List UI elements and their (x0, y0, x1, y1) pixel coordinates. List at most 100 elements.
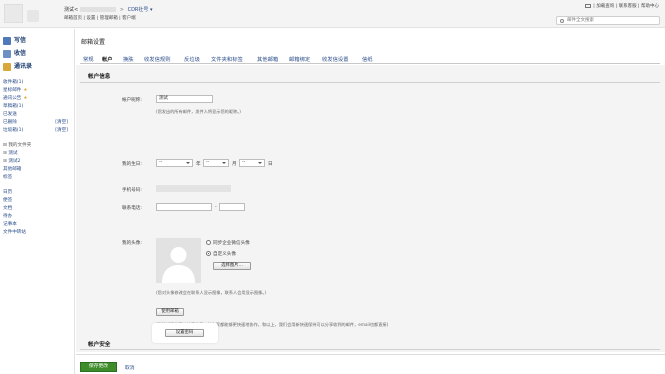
sidebar-app-calendar[interactable]: 日历 (3, 189, 12, 195)
avatar-sync-label[interactable]: 同步企业微信头像 (213, 240, 250, 246)
account-info: 测试< > CDR社号 ▾ (64, 6, 153, 13)
tab-account[interactable]: 帐户 (102, 55, 113, 63)
empty-spam-link[interactable]: [清空] (55, 127, 68, 133)
landline-label: 联系电话: (122, 206, 142, 211)
receive-mail-button[interactable]: 收信 (3, 48, 26, 58)
write-label: 写信 (14, 37, 27, 44)
avatar-custom-label[interactable]: 自定义头像 (213, 251, 236, 257)
org-label: CDR社号 (127, 7, 149, 13)
blurred-email (80, 7, 117, 12)
account-info-title: 帐户信息 (88, 74, 111, 80)
logo-mark-icon (27, 10, 39, 22)
phone-label: 手机号码: (122, 188, 142, 193)
receive-label: 收信 (14, 50, 27, 57)
my-folders-label: 我的文件夹 (8, 143, 32, 148)
cancel-link[interactable]: 取消 (125, 364, 135, 371)
star-icon: ★ (23, 88, 28, 93)
page-title: 邮箱设置 (81, 39, 106, 46)
birth-year-select[interactable]: -- (156, 159, 193, 167)
main-panel: 邮箱设置 常规 帐户 换肤 收发信规则 反垃圾 文件夹和标签 其他邮箱 邮箱绑定… (76, 29, 665, 374)
account-security-title: 帐户安全 (88, 342, 111, 348)
birth-month-select[interactable]: -- (203, 159, 229, 167)
sidebar-app-notes[interactable]: 便签 (3, 197, 12, 203)
avatar-sync-radio[interactable] (206, 240, 211, 245)
announcements-label: 通讯公告 (3, 96, 22, 101)
empty-deleted-link[interactable]: [清空] (55, 119, 68, 125)
landline-separator: - (215, 205, 217, 210)
sidebar-item-inbox[interactable]: 收件箱(1) (3, 79, 23, 85)
nickname-input[interactable]: 测试 (156, 95, 213, 103)
sidebar-item-announcements[interactable]: 通讯公告 ★ (3, 95, 28, 101)
sidebar-item-sent[interactable]: 已发送 (3, 111, 17, 117)
chevron-down-icon (186, 162, 190, 164)
sidebar: 写信 收信 通讯录 收件箱(1) 星标邮件 ★ 通讯公告 ★ 草稿箱(1) 已发送 … (0, 29, 75, 374)
contacts-label: 通讯录 (14, 63, 33, 70)
month-unit: 月 (232, 162, 237, 167)
divider (80, 349, 660, 350)
sidebar-app-todo[interactable]: 待办 (3, 213, 12, 219)
folder-test-label: 测试 (8, 151, 18, 156)
starred-label: 星标邮件 (3, 88, 22, 93)
phone-value-redacted (156, 185, 231, 192)
default-avatar-icon (162, 247, 195, 283)
tab-general[interactable]: 常规 (83, 55, 94, 63)
year-unit: 年 (196, 162, 201, 167)
divider (80, 82, 660, 83)
org-switcher[interactable]: CDR社号 ▾ (128, 7, 153, 13)
folder-test2-label: 测试2 (8, 159, 21, 164)
birth-day-select[interactable]: -- (239, 159, 265, 167)
landline-area-input[interactable] (156, 203, 212, 211)
avatar-custom-radio[interactable] (206, 251, 211, 256)
search-box[interactable] (556, 16, 660, 25)
year-value: -- (159, 160, 163, 165)
save-button[interactable]: 保存更改 (80, 362, 117, 372)
set-password-button[interactable]: 设置密码 (165, 329, 204, 337)
tab-stationery[interactable]: 信纸 (362, 55, 373, 63)
use-mail-button[interactable]: 使用邮箱 (156, 308, 184, 316)
sidebar-item-my-folders[interactable]: ⊟ 我的文件夹 (3, 142, 31, 148)
write-mail-button[interactable]: 写信 (3, 35, 26, 45)
tab-other-mailboxes[interactable]: 其他邮箱 (257, 55, 278, 63)
envelope-icon (585, 3, 592, 8)
header-links[interactable]: 邮箱首页 | 设置 | 管理邮箱 | 客户端 (64, 15, 136, 21)
sidebar-app-file-transfer[interactable]: 文件中转站 (3, 229, 26, 235)
tab-antispam[interactable]: 反垃圾 (184, 55, 200, 63)
birthday-label: 我的生日: (122, 162, 142, 167)
sidebar-item-drafts[interactable]: 草稿箱(1) (3, 103, 23, 109)
pencil-icon (3, 36, 11, 45)
account-name: 测试< (64, 7, 79, 13)
tab-skin[interactable]: 换肤 (123, 55, 134, 63)
search-input[interactable] (567, 17, 657, 24)
inbox-tray-icon (3, 49, 11, 58)
tab-mail-rules[interactable]: 收发信规则 (144, 55, 171, 63)
sidebar-app-notebook[interactable]: 记事本 (3, 221, 17, 227)
sidebar-item-starred[interactable]: 星标邮件 ★ (3, 87, 28, 93)
sidebar-item-tags[interactable]: 标签 (3, 174, 12, 180)
tab-folders-tags[interactable]: 文件夹和标签 (211, 55, 243, 63)
company-logo[interactable] (4, 4, 23, 23)
sidebar-folder-test2[interactable]: ⊞ 测试2 (3, 158, 20, 164)
sidebar-item-deleted[interactable]: 已删除 (3, 119, 17, 125)
tab-send-receive[interactable]: 收发信设置 (322, 55, 349, 63)
star-icon: ★ (23, 96, 28, 101)
tab-mailbox-binding[interactable]: 邮箱绑定 (289, 55, 310, 63)
sidebar-item-spam[interactable]: 垃圾箱(1) (3, 127, 23, 133)
avatar-note: (您对头像修改会在联系人显示图像，联系人会用显示图像。) (156, 290, 267, 295)
landline-number-input[interactable] (219, 203, 245, 211)
choose-image-button[interactable]: 选择图片... (213, 262, 251, 270)
day-value: -- (242, 160, 246, 165)
avatar-placeholder (156, 238, 201, 283)
nickname-label: 帐户昵称: (122, 98, 142, 103)
sidebar-item-other-mailboxes[interactable]: 其他邮箱 (3, 166, 21, 172)
sidebar-folder-test[interactable]: ⊞ 测试 (3, 150, 18, 156)
avatar-label: 我的头像: (122, 241, 142, 246)
month-value: -- (206, 160, 210, 165)
chevron-down-icon (222, 162, 226, 164)
account-separator: > (119, 7, 124, 13)
top-links[interactable]: | 加载查询 | 联系客服 | 帮助中心 (585, 3, 659, 9)
sidebar-app-docs[interactable]: 文档 (3, 205, 12, 211)
account-settings-form: 帐户信息 帐户昵称: 测试 (您发出的所有邮件，发件人将显示您的昵称。) 我的生… (76, 65, 665, 352)
chevron-down-icon (258, 162, 262, 164)
top-links-text[interactable]: | 加载查询 | 联系客服 | 帮助中心 (593, 4, 659, 9)
contacts-button[interactable]: 通讯录 (3, 61, 32, 71)
